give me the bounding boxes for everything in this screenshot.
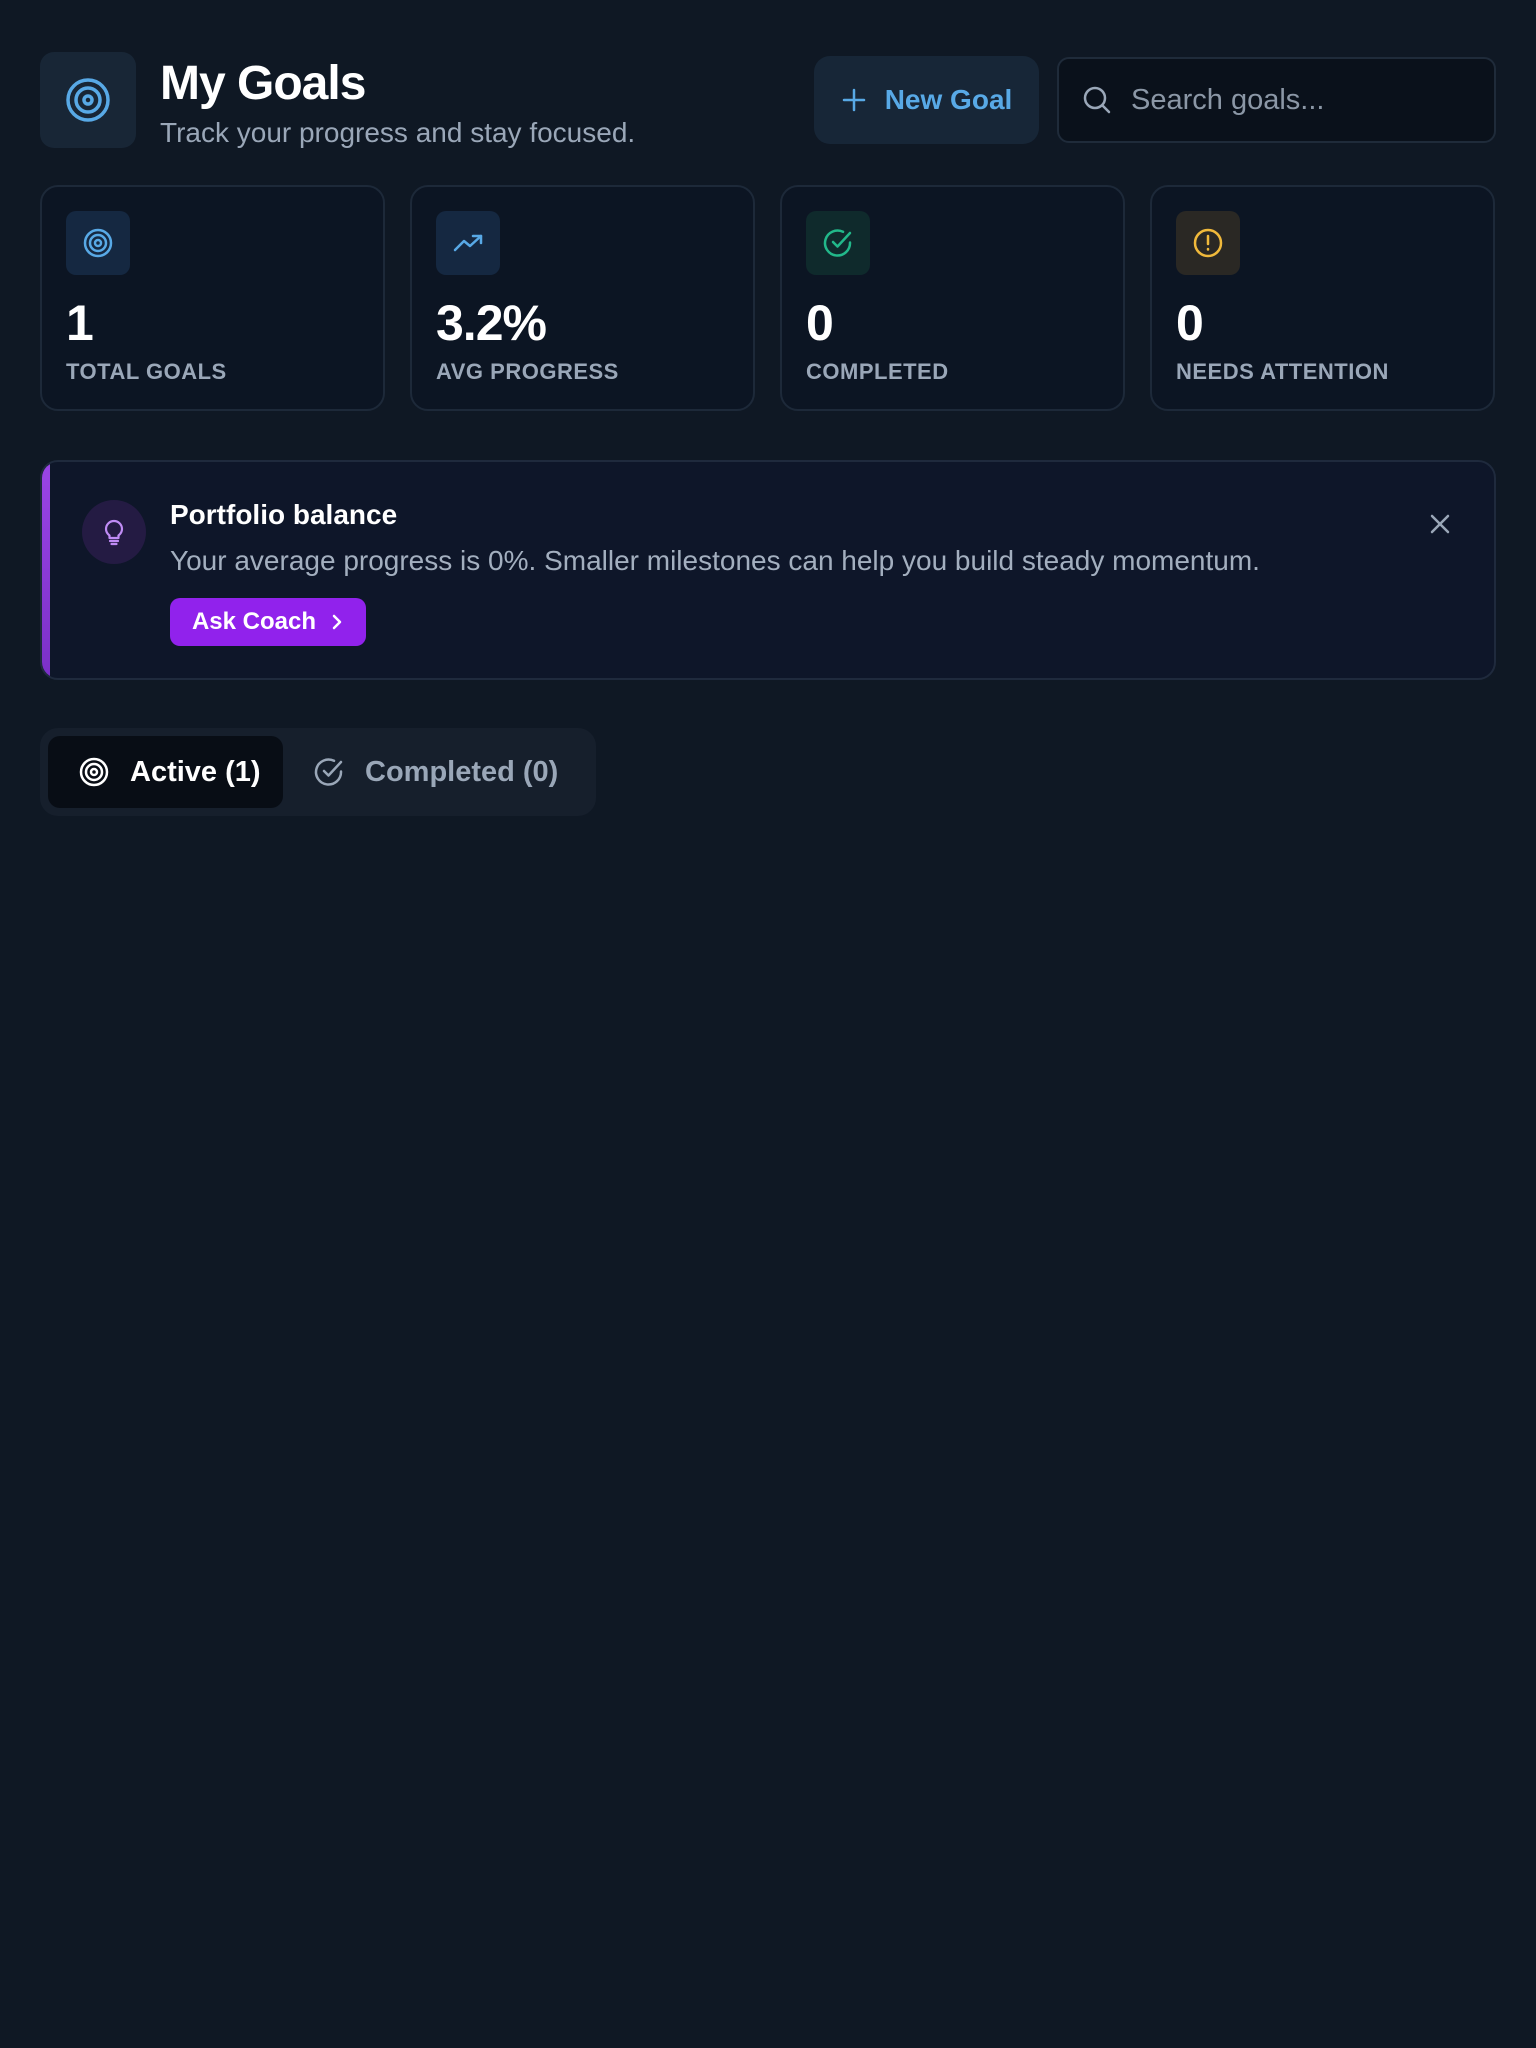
stat-label: TOTAL GOALS — [66, 359, 227, 384]
check-circle-icon — [314, 758, 343, 786]
tab-active[interactable]: Active (1) — [48, 736, 283, 808]
stat-value: 1 — [66, 295, 94, 351]
stat-label: COMPLETED — [806, 359, 949, 384]
search-icon — [1083, 86, 1111, 114]
search-input[interactable] — [1131, 83, 1471, 117]
stat-card-needs-attention: 0 NEEDS ATTENTION — [1150, 185, 1495, 411]
stat-icon-box — [66, 211, 130, 275]
page-title: My Goals — [160, 57, 366, 110]
check-circle-icon — [823, 229, 852, 257]
stat-value: 3.2% — [436, 295, 547, 351]
ask-coach-button[interactable]: Ask Coach — [170, 598, 366, 646]
dismiss-insight-button[interactable] — [1420, 504, 1460, 544]
stat-card-completed: 0 COMPLETED — [780, 185, 1125, 411]
insight-banner: Portfolio balance Your average progress … — [40, 460, 1496, 680]
target-icon — [66, 78, 110, 122]
insight-text: Your average progress is 0%. Smaller mil… — [170, 545, 1260, 576]
insight-title: Portfolio balance — [170, 499, 398, 530]
alert-circle-icon — [1193, 228, 1223, 258]
tab-label: Active (1) — [130, 755, 261, 788]
target-icon — [79, 757, 109, 787]
app-logo — [40, 52, 136, 148]
tab-completed[interactable]: Completed (0) — [283, 736, 588, 808]
insight-icon-box — [82, 500, 146, 564]
ask-coach-label: Ask Coach — [191, 608, 317, 635]
insight-accent-bar — [42, 462, 50, 678]
page-subtitle: Track your progress and stay focused. — [160, 117, 636, 148]
stat-icon-box — [436, 211, 500, 275]
stat-icon-box — [806, 211, 870, 275]
stat-card-total-goals: 1 TOTAL GOALS — [40, 185, 385, 411]
stat-value: 0 — [1176, 295, 1204, 351]
chevron-right-icon — [332, 614, 342, 630]
new-goal-button[interactable]: New Goal — [814, 56, 1039, 144]
close-icon — [1430, 514, 1450, 534]
stat-label: AVG PROGRESS — [436, 359, 619, 384]
goal-status-tabs: Active (1) Completed (0) — [40, 728, 596, 816]
stat-icon-box — [1176, 211, 1240, 275]
stat-label: NEEDS ATTENTION — [1176, 359, 1389, 384]
target-icon — [83, 228, 113, 258]
trending-up-icon — [453, 234, 483, 252]
search-box[interactable] — [1057, 57, 1496, 143]
tab-label: Completed (0) — [365, 755, 559, 788]
stat-card-avg-progress: 3.2% AVG PROGRESS — [410, 185, 755, 411]
new-goal-label: New Goal — [884, 84, 1013, 115]
plus-icon — [842, 88, 865, 112]
lightbulb-icon — [104, 519, 124, 546]
stat-value: 0 — [806, 295, 834, 351]
